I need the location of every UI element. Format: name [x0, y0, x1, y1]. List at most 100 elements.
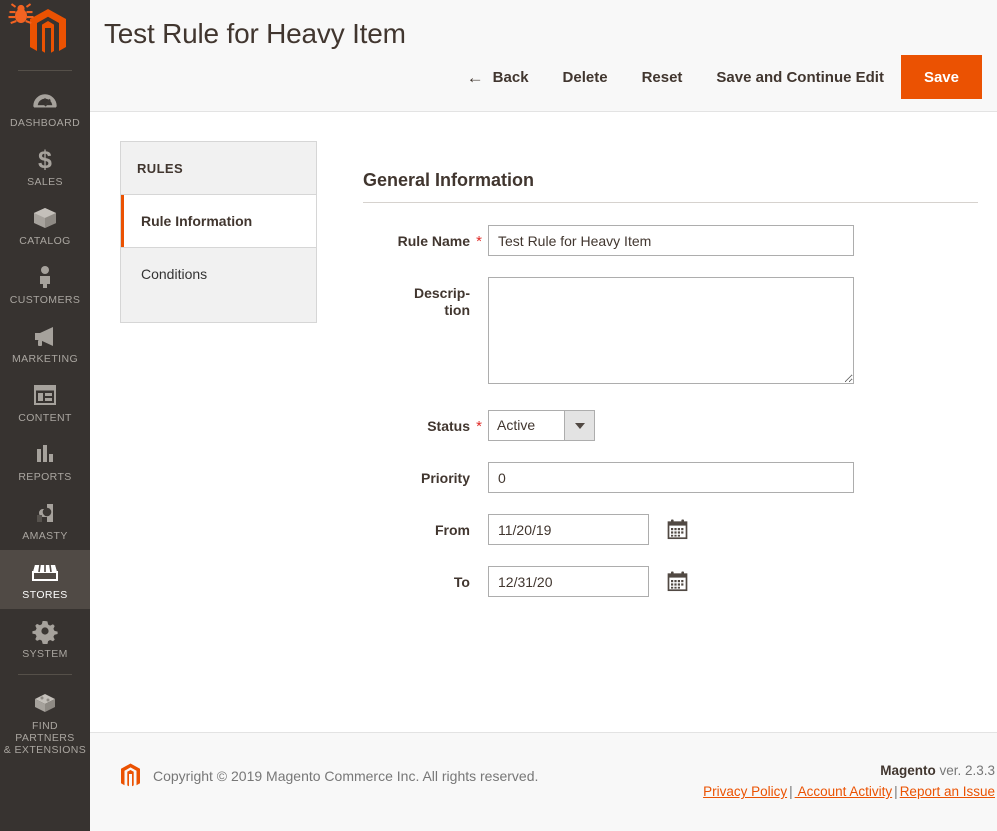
sidebar-item-label: Sales: [27, 176, 63, 188]
rule-name-input[interactable]: [488, 225, 854, 256]
tab-conditions[interactable]: Conditions: [121, 248, 316, 322]
account-activity-link[interactable]: Account Activity: [795, 784, 893, 799]
from-calendar-icon[interactable]: [667, 519, 688, 540]
admin-sidebar: Dashboard $ Sales Catalog: [0, 0, 90, 831]
sidebar-item-label: Customers: [9, 294, 81, 306]
back-button[interactable]: ← Back: [450, 55, 546, 99]
section-title: General Information: [363, 170, 535, 190]
calendar-icon: [668, 571, 688, 592]
sidebar-item-customers[interactable]: Customers: [0, 255, 90, 314]
tab-rule-information[interactable]: Rule Information: [121, 195, 316, 248]
gear-icon: [32, 621, 58, 644]
description-textarea[interactable]: [488, 277, 854, 384]
bar-chart-icon: [37, 445, 53, 462]
sidebar-item-label: System: [22, 648, 68, 660]
page-actions-toolbar: ← Back Delete Reset Save and Continue Ed…: [450, 55, 982, 99]
save-and-continue-edit-button[interactable]: Save and Continue Edit: [699, 55, 901, 99]
from-control: [488, 514, 978, 545]
to-date-input[interactable]: [488, 566, 649, 597]
priority-required-marker: [470, 462, 488, 470]
to-required-marker: [470, 566, 488, 574]
to-label: To: [453, 574, 470, 590]
main-content: RULES Rule Information Conditions Genera…: [90, 112, 997, 732]
magento-logo-icon: [121, 763, 140, 787]
person-icon: [40, 266, 50, 288]
reset-button[interactable]: Reset: [625, 55, 700, 99]
description-label-line2: tion: [444, 302, 470, 318]
rule-name-control: [488, 225, 978, 256]
sidebar-item-label: Catalog: [19, 235, 71, 247]
sidebar-item-find-partners-extensions[interactable]: Find Partners & Extensions: [0, 681, 90, 764]
description-label-line1: Descrip-: [413, 285, 470, 301]
to-control: [488, 566, 978, 597]
megaphone-icon: [35, 327, 53, 346]
description-label: Descrip- tion: [363, 277, 470, 319]
field-row-from: From: [363, 514, 978, 545]
footer-links: Privacy Policy | Account Activity | Report …: [703, 784, 995, 799]
priority-label: Priority: [420, 470, 470, 486]
status-select[interactable]: Active: [488, 410, 595, 441]
sidebar-item-label: Marketing: [11, 353, 79, 365]
delete-button[interactable]: Delete: [546, 55, 625, 99]
sidebar-item-sales[interactable]: $ Sales: [0, 137, 90, 196]
field-row-description: Descrip- tion: [363, 277, 978, 389]
sidebar-item-reports[interactable]: Reports: [0, 432, 90, 491]
sidebar-item-content[interactable]: Content: [0, 373, 90, 432]
field-row-priority: Priority: [363, 462, 978, 493]
description-control: [488, 277, 978, 389]
to-calendar-icon[interactable]: [667, 571, 688, 592]
sidebar-item-stores[interactable]: Stores: [0, 550, 90, 609]
sidebar-nav: Dashboard $ Sales Catalog: [0, 78, 90, 764]
tab-label: Rule Information: [141, 213, 253, 229]
storefront-icon: [32, 564, 58, 581]
status-select-arrow-button[interactable]: [564, 411, 594, 440]
magento-admin-page: Dashboard $ Sales Catalog: [0, 0, 997, 831]
sidebar-nav-divider: [18, 674, 72, 675]
dashboard-gauge-icon: [33, 94, 57, 108]
priority-control: [488, 462, 978, 493]
sidebar-item-system[interactable]: System: [0, 609, 90, 668]
svg-text:$: $: [38, 146, 52, 172]
sidebar-item-label: Stores: [22, 589, 68, 601]
sidebar-item-dashboard[interactable]: Dashboard: [0, 78, 90, 137]
sidebar-item-label-line1: Find Partners: [15, 720, 75, 744]
status-required-marker: *: [476, 418, 482, 435]
from-required-marker: [470, 514, 488, 522]
page-title: Test Rule for Heavy Item: [104, 18, 406, 49]
sidebar-item-amasty[interactable]: Amasty: [0, 491, 90, 550]
back-arrow-icon: ←: [466, 67, 484, 87]
copyright-text: Copyright © 2019 Magento Commerce Inc. A…: [153, 768, 539, 784]
bug-icon[interactable]: [8, 2, 34, 28]
field-row-rule-name: Rule Name *: [363, 225, 978, 256]
copyright-area: Copyright © 2019 Magento Commerce Inc. A…: [120, 763, 538, 789]
priority-input[interactable]: [488, 462, 854, 493]
description-required-marker: [470, 277, 488, 285]
tab-label: Conditions: [141, 266, 208, 282]
sidebar-item-marketing[interactable]: Marketing: [0, 314, 90, 373]
calendar-icon: [668, 519, 688, 540]
rules-panel-heading: RULES: [121, 142, 316, 195]
save-button[interactable]: Save: [900, 55, 982, 99]
puzzle-block-icon: [35, 694, 55, 712]
magento-logo-icon: [30, 9, 66, 53]
sidebar-logo-area[interactable]: [0, 0, 90, 71]
status-control: Active: [488, 410, 978, 441]
chevron-down-icon: [574, 422, 585, 429]
field-row-to: To: [363, 566, 978, 597]
footer-link-separator-2: |: [894, 784, 898, 799]
rules-tabs-panel: RULES Rule Information Conditions: [120, 141, 317, 323]
box-icon: [34, 208, 56, 228]
from-date-input[interactable]: [488, 514, 649, 545]
rule-name-required-marker: *: [476, 233, 482, 250]
sidebar-item-label-line2: & Extensions: [3, 744, 87, 756]
sidebar-item-catalog[interactable]: Catalog: [0, 196, 90, 255]
status-label: Status: [427, 418, 470, 434]
footer-right-area: Magento ver. 2.3.3 Privacy Policy | Accou…: [703, 763, 995, 799]
sidebar-item-label: Content: [18, 412, 72, 424]
sidebar-logo-divider: [18, 70, 72, 71]
footer-link-separator-1: |: [789, 784, 793, 799]
privacy-policy-link[interactable]: Privacy Policy: [703, 784, 787, 799]
magento-brand-label: Magento: [880, 763, 936, 778]
sidebar-item-label: Reports: [18, 471, 72, 483]
report-an-issue-link[interactable]: Report an Issue: [900, 784, 995, 799]
